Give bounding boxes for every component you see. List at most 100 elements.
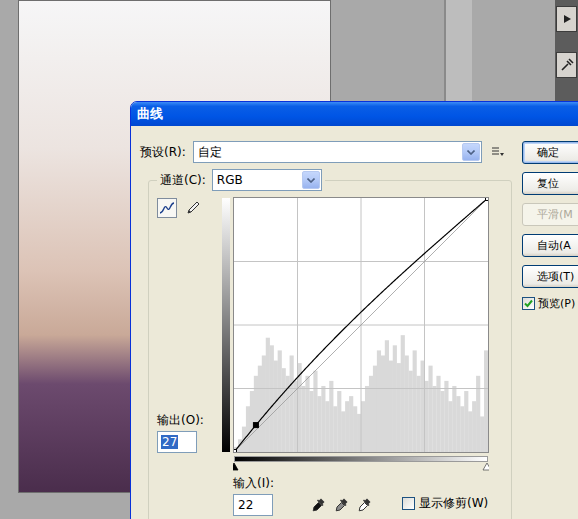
grid-line [234, 388, 488, 389]
white-eyedropper-icon[interactable] [358, 497, 372, 513]
histogram-bar [476, 376, 480, 452]
histogram-bar [401, 335, 405, 452]
show-clipping-option[interactable]: 显示修剪(W) [402, 495, 488, 516]
histogram-bar [262, 355, 266, 452]
histogram-bar [464, 391, 468, 452]
dialog-button[interactable]: 确定 [522, 141, 578, 164]
preview-option[interactable]: 预览(P) [522, 296, 578, 311]
checkmark-icon [524, 299, 533, 308]
curve-graph[interactable] [233, 197, 489, 453]
histogram-bar [313, 371, 317, 452]
histogram-bar [309, 391, 313, 452]
histogram-bar [258, 366, 262, 452]
histogram-bar [393, 345, 397, 452]
histogram-bar [329, 381, 333, 452]
gray-eyedropper-icon[interactable] [335, 497, 349, 513]
black-eyedropper-icon[interactable] [312, 497, 326, 513]
histogram-bar [472, 401, 476, 452]
histogram-bar [385, 340, 389, 452]
checkbox[interactable] [522, 297, 535, 310]
histogram-bar [381, 355, 385, 452]
histogram-bar [337, 391, 341, 452]
histogram-bar [428, 366, 432, 452]
histogram-bar [341, 411, 345, 452]
histogram-bar [250, 391, 254, 452]
channel-group: 通道(C):RGB 输出(O): 27 输入(I):22 显示修剪(W) [148, 169, 512, 519]
curve-line[interactable] [234, 198, 488, 452]
grid-line [234, 261, 488, 262]
tool-palette [555, 0, 578, 101]
histogram-bar [278, 350, 282, 452]
histogram-bar [305, 376, 309, 452]
histogram-bar [468, 411, 472, 452]
input-value: 22 [237, 498, 254, 512]
histogram-bar [397, 363, 401, 452]
dialog-button[interactable]: 选项(T) [522, 265, 578, 288]
histogram-bar [365, 386, 369, 452]
dialog-button[interactable]: 复位 [522, 172, 578, 195]
curve-chart[interactable] [234, 198, 488, 452]
histogram-bar [377, 350, 381, 452]
histogram-bar [369, 376, 373, 452]
dropdown-button[interactable] [462, 143, 480, 161]
histogram-bar [484, 350, 488, 452]
curve-point[interactable] [234, 450, 236, 452]
histogram-bar [333, 406, 337, 452]
palette-button[interactable] [556, 52, 577, 78]
output-value: 27 [161, 435, 178, 449]
histogram-bar [317, 396, 321, 452]
histogram-bar [409, 371, 413, 452]
white-point-slider[interactable] [483, 463, 489, 470]
histogram-bar [290, 355, 294, 452]
curve-point[interactable] [253, 423, 258, 428]
histogram-bar [321, 386, 325, 452]
histogram-bar [274, 361, 278, 452]
histogram-bar [282, 368, 286, 452]
play-icon [562, 14, 572, 24]
histogram-bar [389, 361, 393, 452]
output-label: 输出(O): [157, 412, 222, 429]
input-gradient [234, 456, 488, 462]
input-gradient-area [233, 453, 489, 471]
preview-label: 预览(P) [538, 296, 575, 311]
curve-side-panel: 输出(O): 27 [157, 197, 222, 453]
black-point-slider[interactable] [233, 463, 238, 470]
histogram-bar [301, 386, 305, 452]
histogram-bar [349, 396, 353, 452]
tool-row [157, 197, 222, 218]
output-field[interactable]: 27 [157, 431, 197, 453]
show-clipping-label: 显示修剪(W) [419, 495, 488, 512]
tool-button[interactable] [157, 198, 177, 218]
curve-editor: 输出(O): 27 输入(I):22 显示修剪(W) [157, 197, 501, 516]
tool-button[interactable] [183, 198, 203, 218]
preset-options[interactable] [492, 146, 504, 158]
histogram-bar [440, 391, 444, 452]
title-bar[interactable]: 曲线 [131, 102, 578, 126]
palette-button[interactable] [556, 6, 577, 32]
preset-select[interactable]: 自定 [193, 141, 482, 163]
dialog-button[interactable]: 自动(A [522, 234, 578, 257]
output-block: 输出(O): 27 [157, 412, 222, 453]
histogram-bar [432, 386, 436, 452]
input-block: 输入(I):22 [233, 475, 274, 516]
dialog-body: 预设(R):自定通道(C):RGB输出(O):27输入(I):22显示修剪(W)… [131, 126, 578, 519]
channel-legend: 通道(C):RGB [157, 169, 325, 191]
input-level-sliders[interactable] [233, 462, 489, 471]
photoshop-workspace: 曲线预设(R):自定通道(C):RGB输出(O):27输入(I):22显示修剪(… [0, 0, 578, 519]
dialog-button: 平滑(M [522, 203, 578, 226]
curve-point[interactable] [486, 198, 488, 200]
button-column: 确定复位平滑(M 自动(A 选项(T) 预览(P) [522, 141, 578, 519]
histogram-bar [460, 406, 464, 452]
output-gradient [222, 198, 230, 452]
histogram-bar [345, 401, 349, 452]
chevron-down-icon [307, 178, 315, 183]
checkbox[interactable] [402, 497, 415, 510]
histogram-bar [456, 396, 460, 452]
histogram-bar [425, 381, 429, 452]
channel-select[interactable]: RGB [212, 169, 322, 191]
dropdown-button[interactable] [302, 171, 320, 189]
histogram-bar [413, 350, 417, 452]
baseline-diagonal [234, 198, 488, 452]
eyedropper-group [312, 497, 372, 516]
input-field[interactable]: 22 [233, 494, 273, 516]
